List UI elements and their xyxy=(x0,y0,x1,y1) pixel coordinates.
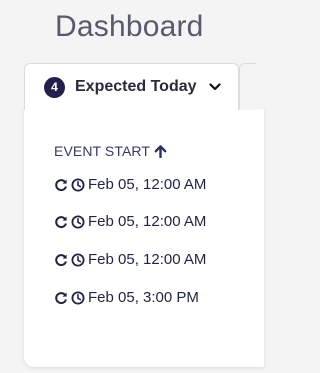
event-start-value: Feb 05, 12:00 AM xyxy=(88,251,207,268)
clock-icon xyxy=(71,215,85,229)
tab-next-partial[interactable] xyxy=(239,63,256,110)
table-row[interactable]: Feb 05, 12:00 AM xyxy=(54,251,206,268)
refresh-icon xyxy=(54,178,68,192)
event-start-value: Feb 05, 12:00 AM xyxy=(88,213,207,230)
tab-count-badge: 4 xyxy=(44,76,65,98)
table-row[interactable]: Feb 05, 3:00 PM xyxy=(54,289,199,306)
arrow-up-icon[interactable] xyxy=(154,144,167,158)
tab-label: Expected Today xyxy=(75,78,197,95)
column-header-event-start[interactable]: EVENT START xyxy=(54,143,167,159)
chevron-down-icon[interactable] xyxy=(208,83,221,91)
clock-icon xyxy=(71,253,85,267)
clock-icon xyxy=(71,178,85,192)
refresh-icon xyxy=(54,253,68,267)
tab-strip: 4 Expected Today xyxy=(24,63,256,110)
table-row[interactable]: Feb 05, 12:00 AM xyxy=(54,176,206,193)
event-start-value: Feb 05, 12:00 AM xyxy=(88,176,207,193)
page-title: Dashboard xyxy=(55,10,204,43)
table-row[interactable]: Feb 05, 12:00 AM xyxy=(54,213,206,230)
clock-icon xyxy=(71,291,85,305)
column-header-label: EVENT START xyxy=(54,143,151,159)
tab-expected-today[interactable]: 4 Expected Today xyxy=(24,63,239,110)
event-start-value: Feb 05, 3:00 PM xyxy=(88,289,199,306)
refresh-icon xyxy=(54,215,68,229)
refresh-icon xyxy=(54,291,68,305)
